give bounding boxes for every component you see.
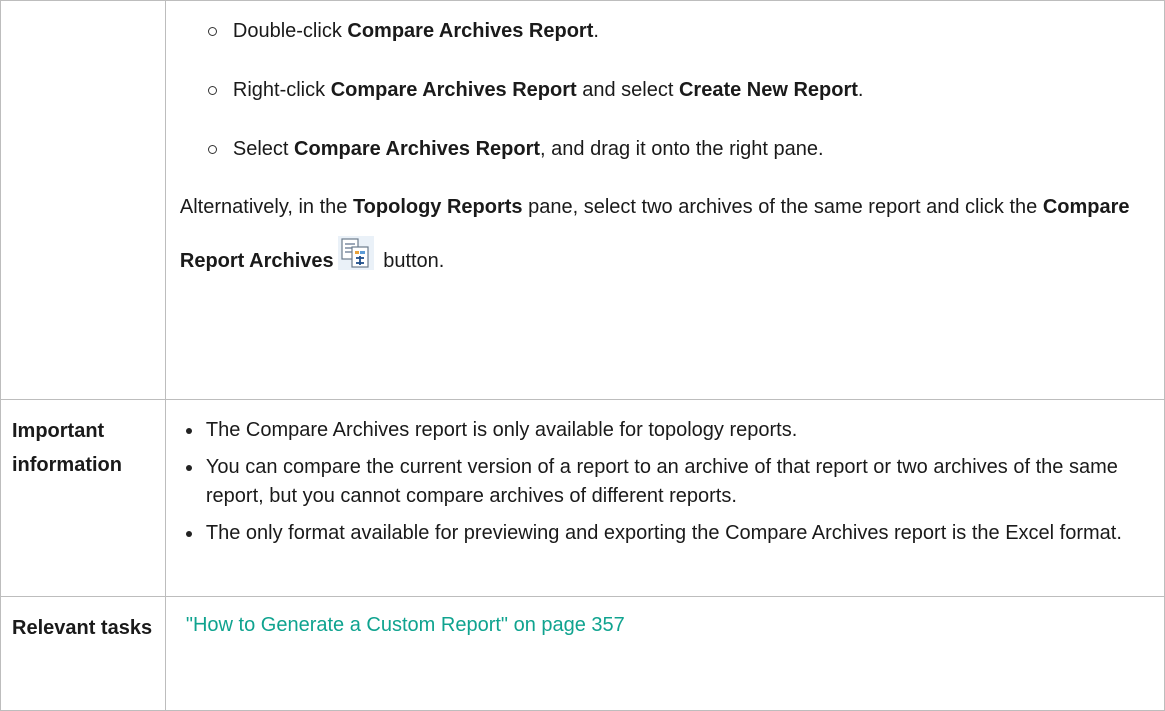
important-info-list: The Compare Archives report is only avai…	[166, 400, 1164, 548]
access-row: Double-click Compare Archives Report. Ri…	[0, 0, 1165, 400]
list-item: Double-click Compare Archives Report.	[207, 19, 1164, 43]
hollow-bullet-icon	[207, 27, 217, 36]
hollow-bullet-icon	[207, 145, 217, 154]
relevant-tasks-row: Relevant tasks "How to Generate a Custom…	[0, 596, 1165, 711]
list-item: The only format available for previewing…	[185, 519, 1164, 548]
access-content-cell: Double-click Compare Archives Report. Ri…	[164, 0, 1165, 400]
relevant-tasks-label: Relevant tasks	[12, 617, 153, 639]
list-item: Right-click Compare Archives Report and …	[207, 78, 1164, 102]
content-table: Double-click Compare Archives Report. Ri…	[0, 0, 1165, 711]
important-info-row: Important information The Compare Archiv…	[0, 399, 1165, 597]
hollow-bullet-icon	[207, 86, 217, 95]
access-methods-list: Double-click Compare Archives Report. Ri…	[166, 1, 1164, 161]
important-info-content-cell: The Compare Archives report is only avai…	[164, 399, 1165, 597]
custom-report-link[interactable]: "How to Generate a Custom Report" on pag…	[166, 597, 1164, 637]
empty-label-cell	[0, 0, 166, 400]
alternative-paragraph: Alternatively, in the Topology Reports p…	[179, 196, 1130, 272]
list-item: You can compare the current version of a…	[185, 453, 1164, 511]
compare-report-archives-icon	[337, 236, 374, 270]
bullet-icon	[185, 465, 192, 471]
list-item: Select Compare Archives Report, and drag…	[207, 137, 1164, 161]
important-info-label-cell: Important information	[0, 399, 166, 597]
relevant-tasks-content-cell: "How to Generate a Custom Report" on pag…	[164, 596, 1165, 711]
bullet-icon	[185, 531, 192, 537]
relevant-tasks-label-cell: Relevant tasks	[0, 596, 166, 711]
important-info-label: Important information	[12, 420, 122, 476]
list-item: The Compare Archives report is only avai…	[185, 416, 1164, 445]
bullet-icon	[185, 428, 192, 434]
